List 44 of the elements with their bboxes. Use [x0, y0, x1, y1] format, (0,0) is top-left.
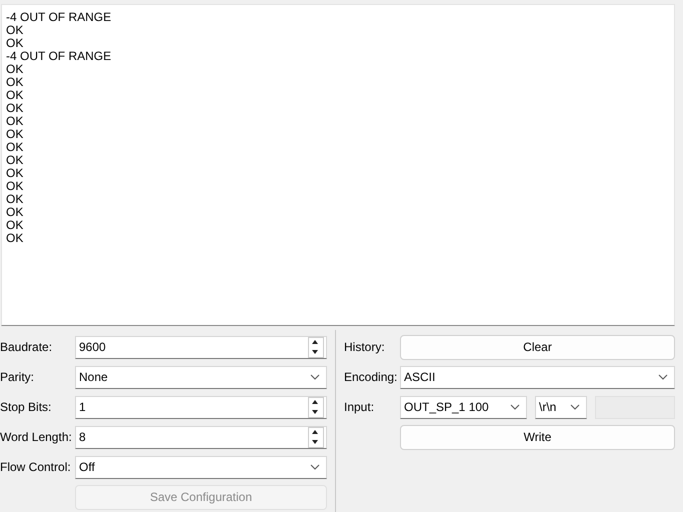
output-line: OK — [6, 102, 24, 115]
output-line: OK — [6, 37, 24, 50]
spin-arrows-icon[interactable] — [308, 426, 324, 448]
output-line: OK — [6, 193, 24, 206]
spin-box[interactable]: 1 — [75, 396, 327, 418]
spin-box[interactable]: 9600 — [75, 336, 327, 358]
output-line: OK — [6, 141, 24, 154]
history-label: History: — [344, 340, 386, 354]
spin-arrows-icon[interactable] — [308, 336, 324, 358]
setting-label: Word Length: — [0, 430, 73, 444]
spin-box[interactable]: 8 — [75, 426, 327, 448]
output-line: OK — [6, 219, 24, 232]
output-line: OK — [6, 24, 24, 37]
output-line: OK — [6, 63, 24, 76]
chevron-down-icon — [310, 464, 320, 470]
output-line: OK — [6, 89, 24, 102]
setting-label: Parity: — [0, 370, 36, 384]
output-line: OK — [6, 115, 24, 128]
input-dropdown[interactable]: OUT_SP_1 100 — [400, 396, 527, 418]
encoding-label: Encoding: — [344, 370, 398, 384]
output-line: OK — [6, 76, 24, 89]
dropdown[interactable]: Off — [75, 456, 327, 478]
encoding-dropdown[interactable]: ASCII — [400, 366, 675, 388]
output-line: OK — [6, 167, 24, 180]
chevron-down-icon — [570, 404, 580, 410]
output-line: OK — [6, 180, 24, 193]
chevron-down-icon — [510, 404, 520, 410]
output-line: OK — [6, 128, 24, 141]
chevron-down-icon — [658, 374, 668, 380]
setting-label: Baudrate: — [0, 340, 54, 354]
write-button[interactable]: Write — [400, 424, 675, 450]
output-line: -4 OUT OF RANGE — [6, 50, 112, 63]
output-line: OK — [6, 206, 24, 219]
clear-button[interactable]: Clear — [400, 334, 675, 360]
chevron-down-icon — [310, 374, 320, 380]
output-line: OK — [6, 232, 24, 245]
input-label: Input: — [344, 400, 376, 414]
spin-arrows-icon[interactable] — [308, 396, 324, 418]
output-line: -4 OUT OF RANGE — [6, 11, 112, 24]
dropdown[interactable]: None — [75, 366, 327, 388]
setting-label: Flow Control: — [0, 460, 72, 474]
output-line: OK — [6, 154, 24, 167]
line-ending-dropdown[interactable]: \r\n — [535, 396, 587, 418]
setting-label: Stop Bits: — [0, 400, 52, 414]
